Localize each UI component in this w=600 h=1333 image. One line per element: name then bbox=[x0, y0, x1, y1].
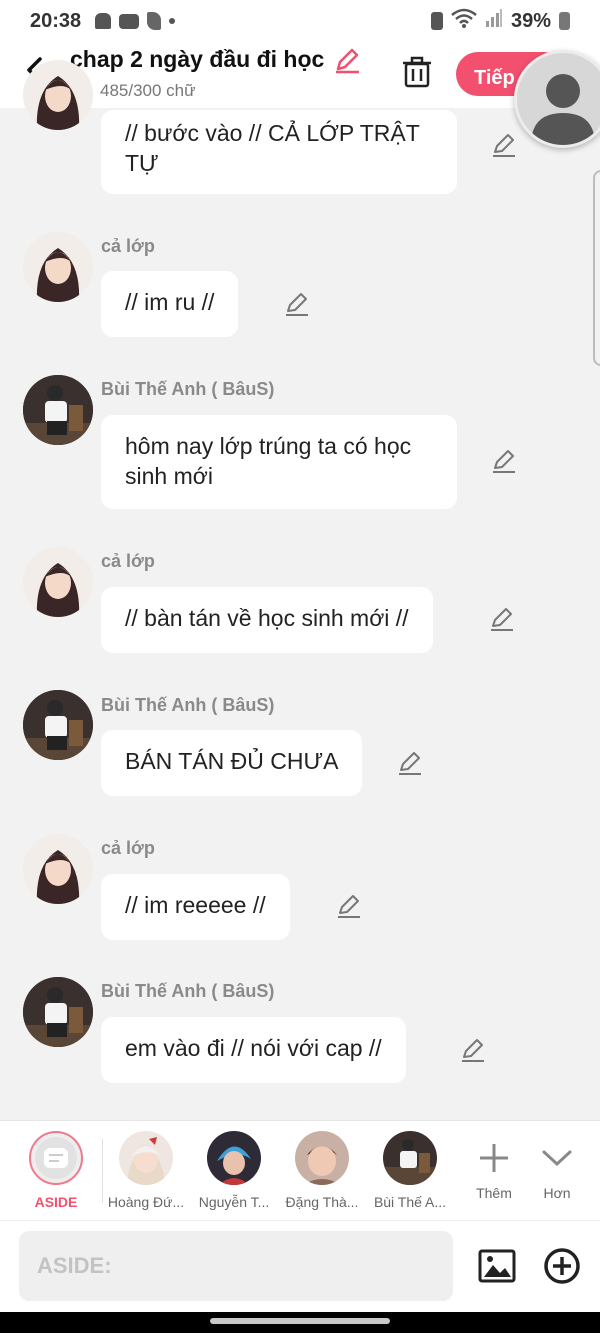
message-bubble[interactable]: // bàn tán về học sinh mới // bbox=[101, 587, 433, 653]
home-gesture-handle[interactable] bbox=[210, 1318, 390, 1324]
character-item[interactable]: Nguyễn T... bbox=[189, 1131, 279, 1210]
edit-pencil-icon[interactable] bbox=[490, 132, 518, 160]
character-avatar bbox=[295, 1131, 349, 1185]
speaker-name: Bùi Thế Anh ( BâuS) bbox=[101, 981, 275, 1001]
character-label: ASIDE bbox=[34, 1194, 78, 1210]
wifi-icon bbox=[451, 8, 477, 34]
character-item[interactable]: Hoàng Đứ... bbox=[101, 1131, 191, 1210]
character-label: Nguyễn T... bbox=[198, 1194, 270, 1210]
image-icon[interactable] bbox=[478, 1247, 516, 1285]
system-icons: 39% bbox=[430, 8, 570, 34]
tiktok-icon bbox=[147, 12, 162, 30]
chapter-title[interactable]: chap 2 ngày đầu đi học bbox=[70, 46, 324, 73]
message-bubble[interactable]: // im reeeee // bbox=[101, 874, 290, 940]
edit-pencil-icon[interactable] bbox=[283, 291, 311, 319]
battery-icon bbox=[559, 12, 570, 30]
edit-pencil-icon[interactable] bbox=[396, 750, 424, 778]
battery-level: 39% bbox=[510, 9, 551, 32]
message-bubble[interactable]: // bước vào // CẢ LỚP TRẬT TỰ bbox=[101, 110, 457, 194]
character-selector: ASIDE Hoàng Đứ... Nguyễn T... Đặng Thà..… bbox=[0, 1120, 600, 1220]
character-item[interactable]: Bùi Thế A... bbox=[365, 1131, 455, 1210]
floating-profile-avatar[interactable] bbox=[514, 50, 600, 148]
avatar[interactable] bbox=[23, 690, 93, 760]
android-icon bbox=[95, 13, 112, 29]
character-item[interactable]: Đặng Thà... bbox=[277, 1131, 367, 1210]
speaker-name: cả lớp bbox=[101, 551, 155, 571]
edit-pencil-icon[interactable] bbox=[335, 893, 363, 921]
message-bubble[interactable]: em vào đi // nói với cap // bbox=[101, 1017, 406, 1083]
character-label: Hoàng Đứ... bbox=[107, 1194, 185, 1210]
avatar[interactable] bbox=[23, 375, 93, 445]
youtube-icon bbox=[119, 13, 140, 29]
alarm-icon bbox=[430, 12, 443, 30]
avatar[interactable] bbox=[23, 547, 93, 617]
status-time: 20:38 bbox=[30, 9, 82, 32]
character-label: Đặng Thà... bbox=[285, 1194, 359, 1210]
edit-pencil-icon[interactable] bbox=[488, 606, 516, 634]
scroll-handle[interactable] bbox=[593, 170, 600, 366]
edit-title-pencil-icon[interactable] bbox=[333, 46, 361, 74]
chevron-down-icon bbox=[512, 1131, 600, 1185]
avatar[interactable] bbox=[23, 834, 93, 904]
avatar[interactable] bbox=[23, 977, 93, 1047]
message-bubble[interactable]: // im ru // bbox=[101, 271, 239, 337]
trash-icon[interactable] bbox=[402, 56, 432, 88]
signal-icon bbox=[485, 9, 503, 33]
word-count-text: 485/300 chữ bbox=[100, 81, 196, 100]
message-bubble[interactable]: BÁN TÁN ĐỦ CHƯA bbox=[101, 730, 363, 796]
character-avatar bbox=[207, 1131, 261, 1185]
character-avatar bbox=[383, 1131, 437, 1185]
character-avatar bbox=[119, 1131, 173, 1185]
avatar[interactable] bbox=[23, 60, 93, 130]
collapse-label: Hơn bbox=[543, 1185, 571, 1201]
speaker-name: Bùi Thế Anh ( BâuS) bbox=[101, 379, 275, 399]
notification-icons bbox=[95, 12, 176, 30]
message-input[interactable] bbox=[19, 1231, 453, 1301]
status-bar: 20:38 39% bbox=[0, 0, 600, 42]
add-circle-icon[interactable] bbox=[543, 1247, 581, 1285]
speaker-name: Bùi Thế Anh ( BâuS) bbox=[101, 695, 275, 715]
edit-pencil-icon[interactable] bbox=[459, 1037, 487, 1065]
avatar[interactable] bbox=[23, 232, 93, 302]
message-bubble[interactable]: hôm nay lớp trúng ta có học sinh mới bbox=[101, 415, 457, 509]
more-notifications-icon bbox=[169, 18, 176, 24]
speaker-name: cả lớp bbox=[101, 236, 155, 256]
aside-avatar bbox=[29, 1131, 83, 1185]
character-label: Bùi Thế A... bbox=[373, 1194, 447, 1210]
input-bar bbox=[0, 1220, 600, 1312]
speaker-name: cả lớp bbox=[101, 838, 155, 858]
character-aside[interactable]: ASIDE bbox=[11, 1131, 101, 1210]
edit-pencil-icon[interactable] bbox=[490, 448, 518, 476]
system-nav-bar bbox=[0, 1312, 600, 1333]
collapse-button[interactable]: Hơn bbox=[512, 1131, 600, 1201]
